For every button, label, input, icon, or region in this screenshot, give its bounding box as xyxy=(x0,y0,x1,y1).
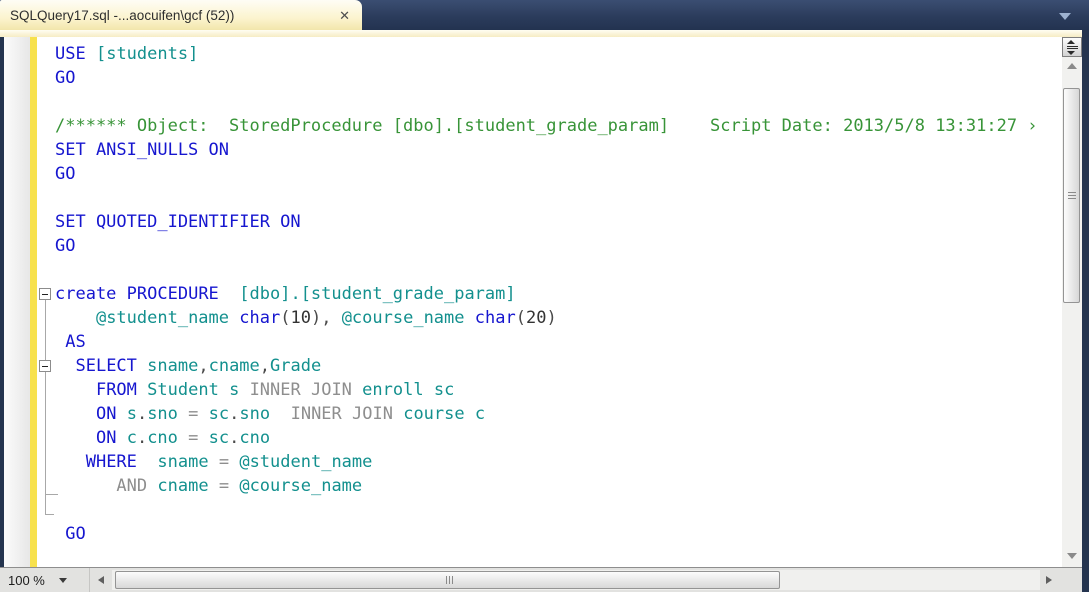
vertical-scroll-thumb[interactable] xyxy=(1063,88,1080,303)
split-window-handle[interactable] xyxy=(1062,37,1082,57)
code-line: GO xyxy=(65,524,86,544)
code-line: ON c.cno = sc.cno xyxy=(95,428,271,448)
code-line: GO xyxy=(55,164,76,184)
vertical-scrollbar[interactable] xyxy=(1062,37,1082,567)
code-lines[interactable]: USE [students] GO /****** Object: StoredP… xyxy=(55,42,1038,546)
status-bar: 100 % xyxy=(0,567,1082,592)
code-line: /****** Object: StoredProcedure [dbo].[s… xyxy=(55,116,1038,136)
scroll-right-icon[interactable] xyxy=(1046,576,1052,584)
tab-sqlquery17[interactable]: SQLQuery17.sql -...aocuifen\gcf (52)) ✕ xyxy=(0,0,362,30)
splitter-icon xyxy=(1066,39,1078,55)
code-line: AND cname = @course_name xyxy=(116,476,363,496)
scroll-up-icon[interactable] xyxy=(1067,63,1077,69)
code-line: SET QUOTED_IDENTIFIER ON xyxy=(55,212,301,232)
code-line: SELECT sname,cname,Grade xyxy=(75,356,322,376)
fold-toggle-create-procedure[interactable] xyxy=(39,288,51,300)
fold-line-inner xyxy=(45,372,46,494)
tab-bar: SQLQuery17.sql -...aocuifen\gcf (52)) ✕ xyxy=(0,0,1089,30)
zoom-value: 100 % xyxy=(8,572,45,588)
horizontal-scroll-thumb[interactable] xyxy=(115,571,780,589)
code-line: SET ANSI_NULLS ON xyxy=(55,140,229,160)
thumb-grip-icon xyxy=(1068,192,1076,201)
close-icon[interactable]: ✕ xyxy=(339,9,350,22)
sql-editor[interactable]: USE [students] GO /****** Object: StoredP… xyxy=(4,37,1062,567)
code-line: GO xyxy=(55,236,76,256)
zoom-dropdown-icon xyxy=(58,577,67,583)
code-line: WHERE sname = @student_name xyxy=(85,452,373,472)
code-line: USE [students] xyxy=(55,44,199,64)
code-line: ON s.sno = sc.sno INNER JOIN course c xyxy=(95,404,486,424)
fold-line-outer-end xyxy=(45,514,54,515)
code-line: GO xyxy=(55,68,76,88)
scroll-down-icon[interactable] xyxy=(1067,553,1077,559)
ssms-query-window: SQLQuery17.sql -...aocuifen\gcf (52)) ✕ … xyxy=(0,0,1089,592)
code-line: create PROCEDURE [dbo].[student_grade_pa… xyxy=(55,284,516,304)
editor-top-strip xyxy=(0,30,1082,37)
horizontal-scrollbar[interactable] xyxy=(112,570,1040,590)
selection-margin[interactable] xyxy=(4,37,30,567)
window-border-right xyxy=(1082,30,1089,592)
code-line: FROM Student s INNER JOIN enroll sc xyxy=(95,380,455,400)
code-line: AS xyxy=(65,332,86,352)
scroll-left-icon[interactable] xyxy=(98,576,104,584)
fold-toggle-select-block[interactable] xyxy=(39,360,51,372)
zoom-selector[interactable]: 100 % xyxy=(0,568,90,592)
tab-list-dropdown-icon[interactable] xyxy=(1059,13,1071,20)
thumb-grip-icon xyxy=(446,576,455,584)
tab-title: SQLQuery17.sql -...aocuifen\gcf (52)) xyxy=(10,7,235,23)
code-line: @student_name char(10), @course_name cha… xyxy=(95,308,557,328)
change-tracking-bar xyxy=(30,37,37,567)
